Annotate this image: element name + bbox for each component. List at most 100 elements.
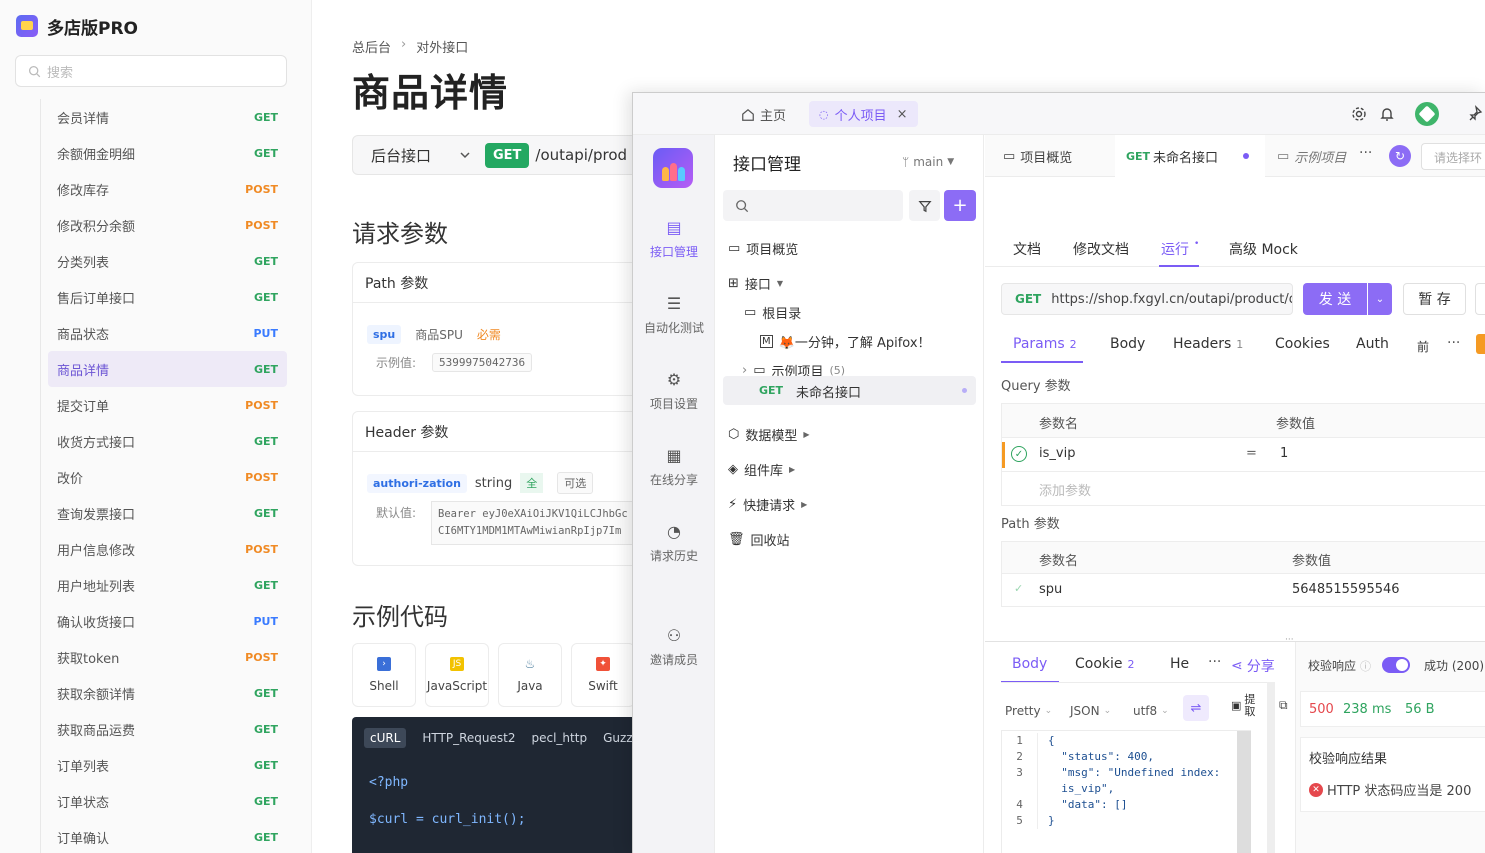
filter-button[interactable]: [909, 190, 940, 221]
doc-endpoint-item[interactable]: 确认收货接口 PUT: [48, 603, 287, 639]
wrap-button[interactable]: ⇌: [1183, 695, 1209, 721]
doc-endpoint-item[interactable]: 商品详情 GET: [48, 351, 287, 387]
validate-success-select[interactable]: 成功 (200): [1424, 657, 1484, 674]
url-input[interactable]: GET https://shop.fxgyl.cn/outapi/product…: [1001, 283, 1293, 315]
param-tabs-more-icon[interactable]: ···: [1447, 335, 1460, 351]
breadcrumb-root[interactable]: 总后台: [352, 37, 391, 56]
more-button[interactable]: [1475, 283, 1485, 315]
request-method[interactable]: GET: [1015, 292, 1041, 306]
format-json-select[interactable]: JSON ⌄: [1070, 704, 1111, 718]
doc-endpoint-item[interactable]: 改价 POST: [48, 459, 287, 495]
resp-tab-body[interactable]: Body: [1012, 656, 1047, 672]
param-tab-pre[interactable]: 前: [1417, 338, 1429, 355]
doc-endpoint-item[interactable]: 获取余额详情 GET: [48, 675, 287, 711]
doc-endpoint-item[interactable]: 余额佣金明细 GET: [48, 135, 287, 171]
code-tab-http-request2[interactable]: HTTP_Request2: [422, 731, 515, 745]
rail-api-management[interactable]: ▤ 接口管理: [633, 217, 715, 260]
code-tab-curl[interactable]: cURL: [364, 728, 407, 748]
code-tab-pecl-http[interactable]: pecl_http: [532, 731, 588, 745]
subtab-doc[interactable]: 文档: [1013, 239, 1041, 259]
subtab-mock[interactable]: 高级 Mock: [1229, 239, 1298, 259]
lang-swift-tab[interactable]: ✦ Swift: [571, 643, 635, 707]
resp-tab-cookie[interactable]: Cookie 2: [1075, 656, 1135, 672]
doc-endpoint-item[interactable]: 会员详情 GET: [48, 99, 287, 135]
api-group-select[interactable]: 后台接口: [353, 145, 485, 166]
branch-select[interactable]: ᛘ main ▼: [902, 155, 954, 169]
tree-root-dir[interactable]: ▭ 根目录: [744, 303, 801, 322]
tab-personal-project[interactable]: ◌ 个人项目 ×: [809, 101, 918, 127]
close-icon[interactable]: ×: [897, 107, 908, 122]
share-button[interactable]: ⋖ 分享: [1231, 656, 1275, 676]
doc-endpoint-item[interactable]: 订单确认 GET: [48, 819, 287, 853]
tab-current-api[interactable]: GET 未命名接口: [1115, 135, 1265, 177]
gear-icon[interactable]: [1351, 106, 1367, 122]
rail-online-share[interactable]: ▦ 在线分享: [633, 445, 715, 488]
param-tab-cookies[interactable]: Cookies: [1275, 336, 1330, 352]
doc-endpoint-item[interactable]: 商品状态 PUT: [48, 315, 287, 351]
rail-auto-test[interactable]: ☰ 自动化测试: [633, 293, 715, 336]
avatar[interactable]: [1415, 102, 1439, 126]
query-row[interactable]: ✓ is_vip = 1: [1002, 438, 1485, 472]
lang-shell-tab[interactable]: › Shell: [352, 643, 416, 707]
tree-project-overview[interactable]: ▭ 项目概览: [728, 239, 798, 258]
doc-endpoint-item[interactable]: 修改积分余额 POST: [48, 207, 287, 243]
param-tab-headers[interactable]: Headers 1: [1173, 336, 1243, 352]
tree-current-item[interactable]: GET 未命名接口: [723, 376, 976, 405]
encoding-select[interactable]: utf8 ⌄: [1133, 704, 1169, 718]
lang-javascript-tab[interactable]: JS JavaScript: [425, 643, 489, 707]
rail-history[interactable]: ◔ 请求历史: [633, 521, 715, 564]
sync-icon[interactable]: ↻: [1389, 145, 1411, 167]
save-button[interactable]: 暂 存: [1403, 283, 1466, 315]
format-pretty-select[interactable]: Pretty ⌄: [1005, 704, 1052, 718]
lang-java-tab[interactable]: ♨ Java: [498, 643, 562, 707]
send-dropdown-button[interactable]: ⌄: [1368, 283, 1392, 315]
subtab-run[interactable]: 运行: [1161, 239, 1189, 259]
resp-tab-headers[interactable]: He: [1170, 656, 1189, 672]
rail-invite[interactable]: ⚇ 邀请成员: [633, 625, 715, 668]
rail-project-settings[interactable]: ⚙ 项目设置: [633, 369, 715, 412]
doc-endpoint-item[interactable]: 获取token POST: [48, 639, 287, 675]
check-icon[interactable]: ✓: [1011, 446, 1027, 462]
add-button[interactable]: +: [944, 190, 976, 221]
doc-endpoint-item[interactable]: 修改库存 POST: [48, 171, 287, 207]
brand[interactable]: 多店版PRO: [16, 12, 138, 40]
tab-example-project[interactable]: ▭ 示例项目: [1277, 147, 1346, 166]
doc-search-input[interactable]: 搜索: [15, 55, 287, 87]
bell-icon[interactable]: [1379, 106, 1395, 122]
env-select[interactable]: 请选择环: [1421, 143, 1485, 170]
tree-data-models[interactable]: ⬡ 数据模型 ▶: [728, 425, 810, 444]
path-row[interactable]: ✓ spu 5648515595546: [1002, 574, 1485, 608]
tree-search-input[interactable]: [723, 190, 903, 221]
copy-icon[interactable]: ⧉: [1279, 698, 1288, 713]
doc-endpoint-item[interactable]: 售后订单接口 GET: [48, 279, 287, 315]
breadcrumb-current[interactable]: 对外接口: [416, 37, 468, 56]
tree-intro-doc[interactable]: M 🦊一分钟，了解 Apifox！: [760, 332, 931, 351]
code-scrollbar[interactable]: [1237, 731, 1251, 853]
doc-endpoint-item[interactable]: 提交订单 POST: [48, 387, 287, 423]
more-tabs-icon[interactable]: ···: [1359, 145, 1372, 161]
doc-endpoint-item[interactable]: 收货方式接口 GET: [48, 423, 287, 459]
param-tab-auth[interactable]: Auth: [1356, 336, 1389, 352]
doc-endpoint-item[interactable]: 订单列表 GET: [48, 747, 287, 783]
resp-tabs-more-icon[interactable]: ···: [1208, 654, 1221, 670]
doc-endpoint-item[interactable]: 订单状态 GET: [48, 783, 287, 819]
tab-home[interactable]: 主页: [741, 105, 786, 124]
param-tab-body[interactable]: Body: [1110, 336, 1145, 352]
extract-button[interactable]: ▣ 提取: [1231, 694, 1255, 718]
panel-scrollbar[interactable]: [1267, 682, 1275, 853]
doc-endpoint-item[interactable]: 分类列表 GET: [48, 243, 287, 279]
tree-components[interactable]: ◈ 组件库 ▶: [728, 460, 795, 479]
pin-icon[interactable]: [1467, 105, 1483, 121]
tab-project-overview[interactable]: ▭ 项目概览: [1003, 147, 1072, 166]
subtab-edit-doc[interactable]: 修改文档: [1073, 239, 1129, 259]
doc-endpoint-item[interactable]: 用户信息修改 POST: [48, 531, 287, 567]
send-button[interactable]: 发 送: [1303, 283, 1367, 315]
query-row-name[interactable]: is_vip: [1039, 446, 1075, 461]
path-row-value[interactable]: 5648515595546: [1292, 582, 1400, 597]
tree-api-folder[interactable]: ⊞ 接口 ▼: [728, 274, 783, 293]
validate-toggle[interactable]: [1382, 657, 1410, 673]
doc-endpoint-item[interactable]: 用户地址列表 GET: [48, 567, 287, 603]
param-tab-params[interactable]: Params 2: [1013, 336, 1077, 352]
add-param-input[interactable]: 添加参数: [1039, 480, 1091, 499]
tree-trash[interactable]: 🗑 回收站: [728, 530, 790, 549]
